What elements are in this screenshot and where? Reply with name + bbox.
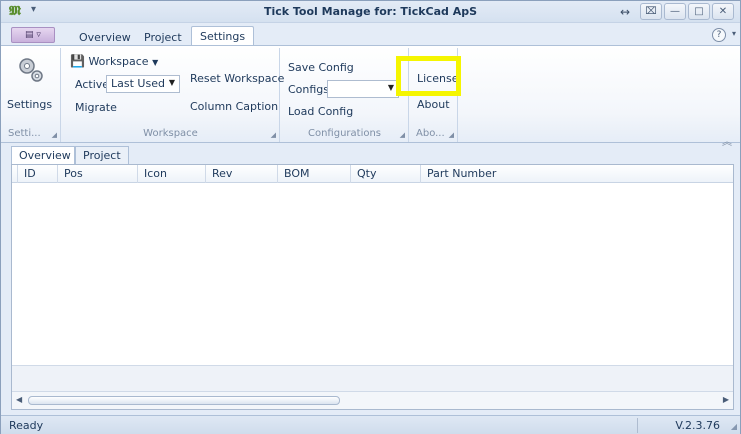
column-header-icon[interactable]: Icon [138,165,206,183]
status-text: Ready [9,419,44,432]
workspace-dropdown[interactable]: 💾 Workspace ▼ [70,54,158,68]
chevron-down-icon: ▼ [168,78,175,87]
scroll-thumb[interactable] [28,396,340,405]
chevron-down-icon: ▼ [152,58,159,67]
dialog-launcher-icon[interactable]: ◢ [400,131,405,139]
collapse-ribbon-icon[interactable]: ︽ [722,133,732,148]
help-icon[interactable]: ? [712,28,726,42]
column-caption-button[interactable]: Column Caption [190,100,278,113]
title-bar: 𝕸 ▾ Tick Tool Manage for: TickCad ApS ↔ … [1,1,740,23]
ribbon-panel: Settings Setti... ◢ 💾 Workspace ▼ Active… [1,45,740,148]
reset-workspace-button[interactable]: Reset Workspace [190,72,284,85]
chevron-down-icon: ▼ [387,83,394,92]
ribbon-tabs: ▤ ▿ Overview Project Settings ? ▾ [1,24,740,47]
group-caption-configurations: Configurations [307,128,382,139]
save-config-button[interactable]: Save Config [288,61,354,74]
window-controls: ↔ ⌧ — □ ✕ [620,3,734,20]
doc-tab-project[interactable]: Project [75,146,129,164]
status-separator [637,418,638,433]
group-configurations: Save Config Configs ▼ Load Config Config… [281,48,409,142]
configs-label: Configs [288,83,330,96]
dialog-launcher-icon[interactable]: ◢ [271,131,276,139]
dialog-launcher-icon[interactable]: ◢ [52,131,57,139]
resize-grip-icon[interactable]: ◢ [731,422,737,431]
status-bar: Ready V.2.3.76 ◢ [1,415,740,434]
scroll-left-icon[interactable]: ◀ [16,395,22,404]
tab-settings[interactable]: Settings [191,26,255,47]
app-window: 𝕸 ▾ Tick Tool Manage for: TickCad ApS ↔ … [0,0,741,434]
minimize-button[interactable]: — [664,3,686,20]
active-workspace-value: Last Used [111,77,165,90]
column-header-qty[interactable]: Qty [351,165,421,183]
column-header-bom[interactable]: BOM [278,165,351,183]
column-header-rev[interactable]: Rev [206,165,278,183]
migrate-button[interactable]: Migrate [75,101,117,114]
gear-icon[interactable] [15,54,47,86]
doc-tab-overview[interactable]: Overview [11,146,75,165]
help-dropdown-icon[interactable]: ▾ [732,29,736,38]
settings-button[interactable]: Settings [7,98,52,111]
dialog-launcher-icon[interactable]: ◢ [449,131,454,139]
active-workspace-select[interactable]: Last Used ▼ [106,75,180,93]
active-label: Active [75,78,110,91]
maximize-button[interactable]: □ [688,3,710,20]
scroll-right-icon[interactable]: ▶ [723,395,729,404]
close-button[interactable]: ✕ [712,3,734,20]
column-header-pos[interactable]: Pos [58,165,138,183]
grid-footer [12,365,733,391]
grid-header: ID Pos Icon Rev BOM Qty Part Number [12,165,733,183]
column-header-id[interactable]: ID [18,165,58,183]
group-workspace: 💾 Workspace ▼ Active Last Used ▼ Migrate… [62,48,284,142]
save-disk-icon: 💾 [70,54,85,68]
workspace-dropdown-label: Workspace [88,55,149,68]
version-label: V.2.3.76 [675,419,720,432]
application-menu-button[interactable]: ▤ ▿ [11,27,55,43]
column-header-part-number[interactable]: Part Number [421,165,733,183]
license-highlight-box [396,56,461,96]
about-button[interactable]: About [417,98,450,111]
load-config-button[interactable]: Load Config [288,105,353,118]
horizontal-scrollbar[interactable]: ◀ ▶ [12,391,733,409]
restore-layout-button[interactable]: ⌧ [640,3,662,20]
group-caption-workspace: Workspace [143,128,198,139]
group-settings: Settings Setti... ◢ [5,48,61,142]
configs-select[interactable]: ▼ [327,80,399,98]
resize-arrows-icon[interactable]: ↔ [620,5,630,19]
parts-grid: ID Pos Icon Rev BOM Qty Part Number ◀ ▶ [11,164,734,410]
grid-body[interactable] [12,183,733,365]
